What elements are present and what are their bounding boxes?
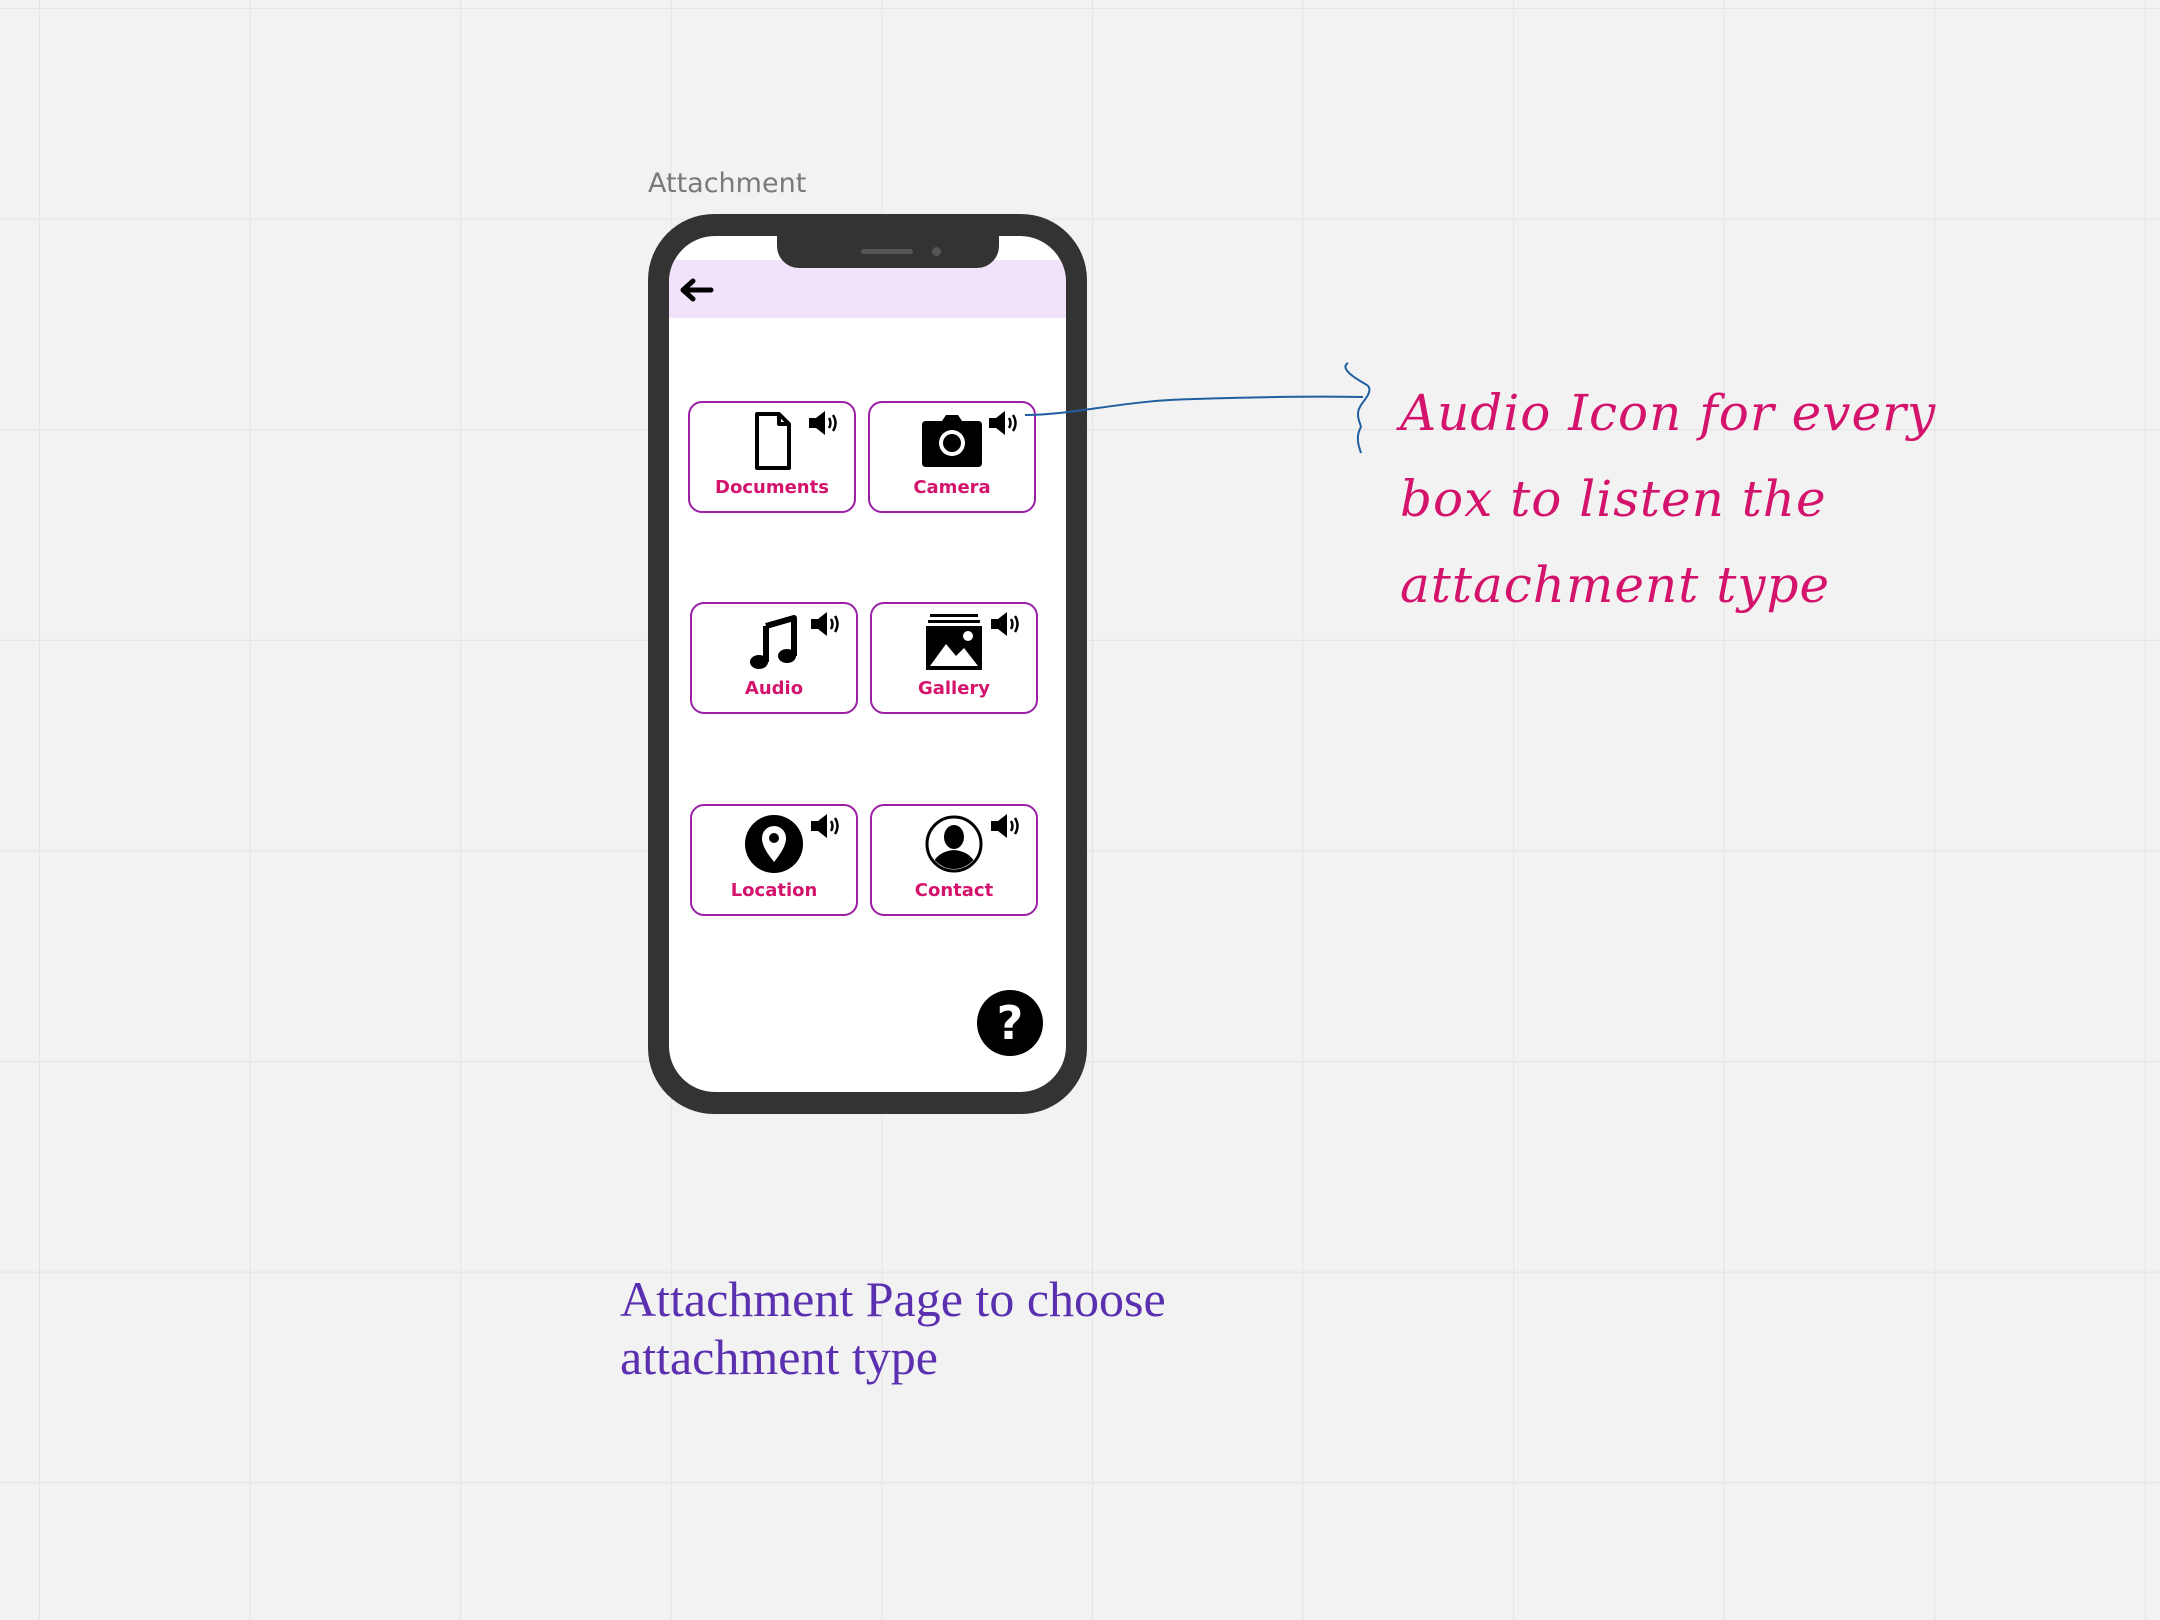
speaker-icon[interactable] <box>988 811 1022 841</box>
speaker-icon[interactable] <box>988 609 1022 639</box>
phone-mockup: Documents Camera Audio Gallery Location … <box>648 214 1087 1114</box>
location-tile[interactable]: Location <box>690 804 858 916</box>
tile-label: Audio <box>744 678 804 699</box>
tile-label: Camera <box>913 477 991 498</box>
app-header <box>669 260 1066 318</box>
gallery-icon <box>926 614 982 670</box>
connector-arrow <box>1024 362 1371 454</box>
speaker-icon[interactable] <box>808 811 842 841</box>
tile-label: Documents <box>715 477 829 498</box>
notch-camera <box>932 247 941 256</box>
contact-icon <box>925 815 983 873</box>
phone-screen: Documents Camera Audio Gallery Location … <box>669 236 1066 1092</box>
tile-label: Location <box>730 880 818 901</box>
location-pin-icon <box>745 815 803 873</box>
documents-tile[interactable]: Documents <box>688 401 856 513</box>
music-note-icon <box>750 615 797 669</box>
question-mark-icon: ? <box>996 996 1024 1050</box>
frame-label: Attachment <box>648 168 807 199</box>
page-caption: Attachment Page to choose attachment typ… <box>620 1271 1166 1385</box>
speaker-icon[interactable] <box>806 408 840 438</box>
audio-tile[interactable]: Audio <box>690 602 858 714</box>
tile-label: Contact <box>914 880 994 901</box>
speaker-icon[interactable] <box>808 609 842 639</box>
annotation-note: Audio Icon for every box to listen the a… <box>1400 384 1937 614</box>
phone-notch <box>777 236 999 268</box>
help-button[interactable]: ? <box>977 990 1043 1056</box>
arrow-left-icon[interactable] <box>677 276 715 304</box>
camera-icon <box>922 415 982 467</box>
tile-label: Gallery <box>917 678 991 699</box>
notch-speaker <box>861 249 913 254</box>
gallery-tile[interactable]: Gallery <box>870 602 1038 714</box>
contact-tile[interactable]: Contact <box>870 804 1038 916</box>
camera-tile[interactable]: Camera <box>868 401 1036 513</box>
document-icon <box>755 412 791 470</box>
